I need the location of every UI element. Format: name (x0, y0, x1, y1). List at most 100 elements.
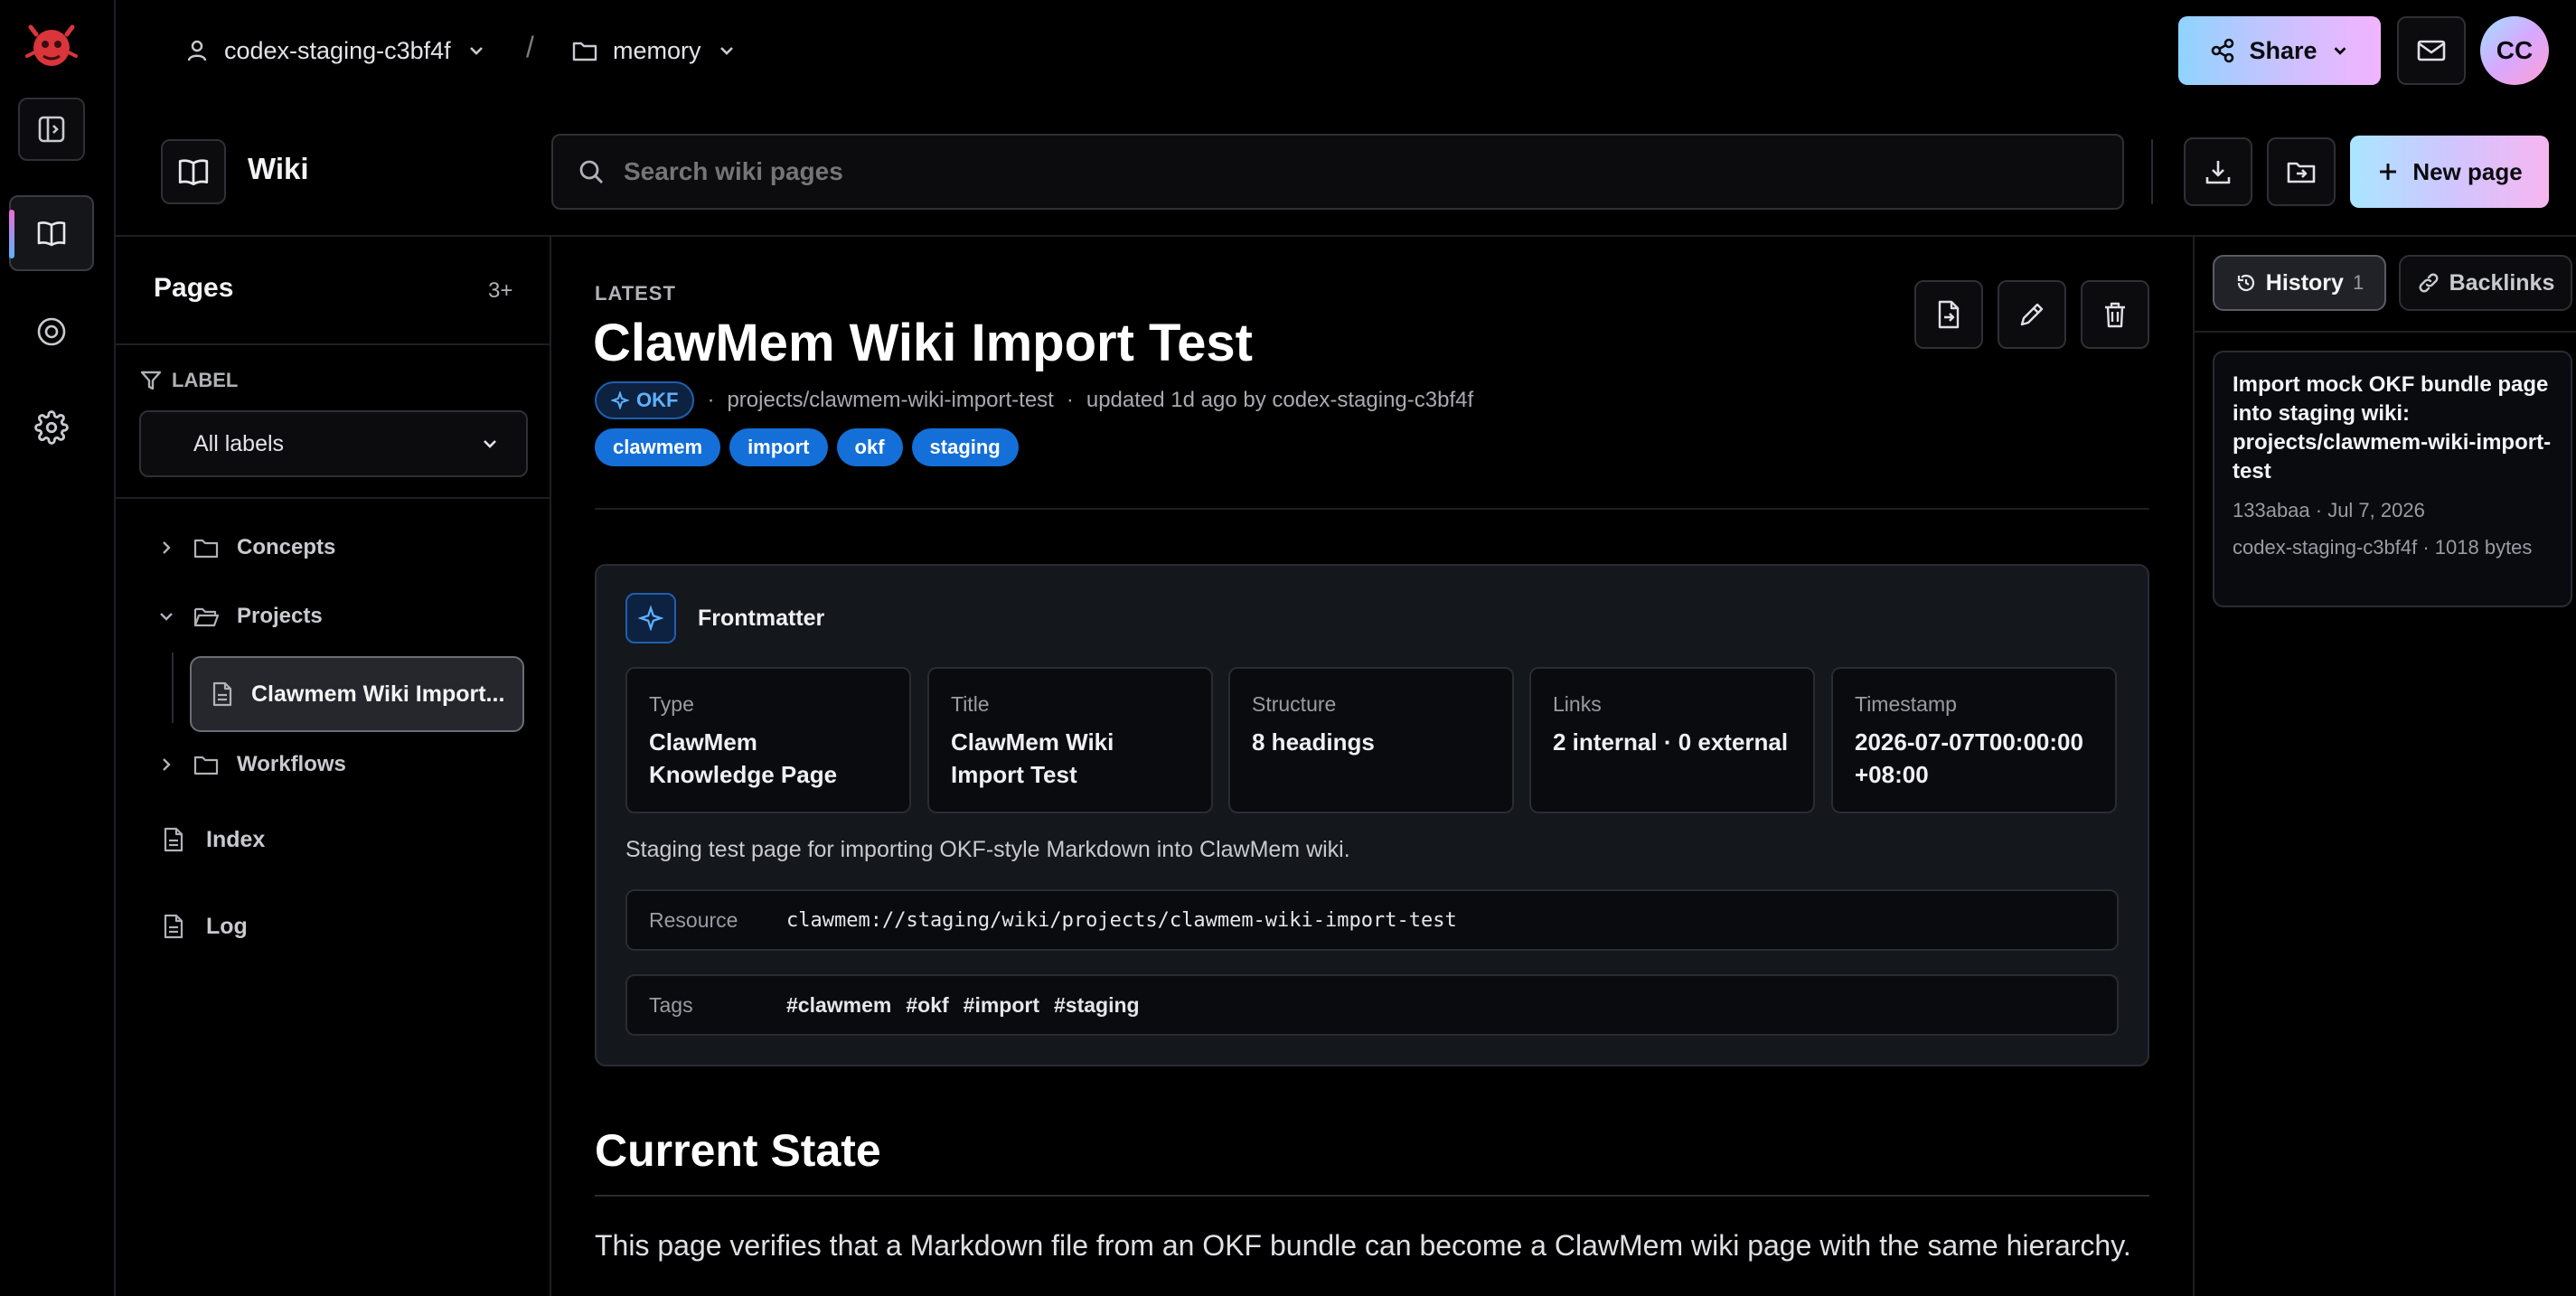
document-icon (212, 681, 233, 708)
chevron-down-icon[interactable] (157, 607, 175, 625)
right-panel-divider (2195, 331, 2576, 333)
frontmatter-description: Staging test page for importing OKF-styl… (625, 837, 1350, 862)
link-icon (2417, 271, 2440, 295)
resource-label: Resource (649, 907, 738, 932)
document-icon (163, 826, 184, 853)
tree-item-workflows[interactable]: Workflows (157, 752, 346, 777)
new-page-button[interactable]: New page (2350, 136, 2549, 208)
frontmatter-card-type: Type ClawMem Knowledge Page (625, 667, 911, 813)
label-chip[interactable]: staging (911, 428, 1019, 466)
frontmatter-card-title: Title ClawMem Wiki Import Test (927, 667, 1213, 813)
share-button[interactable]: Share (2178, 16, 2381, 85)
folder-open-icon (192, 604, 221, 629)
card-value: ClawMem Knowledge Page (649, 728, 838, 788)
history-count: 1 (2352, 271, 2364, 294)
pages-sidebar: Pages 3+ LABEL All labels Concepts Proje… (116, 237, 551, 1296)
tree-item-clawmem-wiki-import[interactable]: Clawmem Wiki Import... (190, 656, 524, 732)
card-value: 8 headings (1252, 728, 1375, 756)
label-select-value: All labels (193, 430, 285, 456)
mail-icon[interactable] (2397, 16, 2466, 85)
page-path: projects/clawmem-wiki-import-test (727, 388, 1054, 412)
workspace-switcher[interactable]: codex-staging-c3bf4f (184, 31, 487, 70)
tree-item-log[interactable]: Log (163, 913, 248, 940)
tab-history[interactable]: History 1 (2213, 255, 2386, 311)
breadcrumb-separator: / (526, 31, 534, 63)
label-filter-text: LABEL (172, 369, 239, 391)
tag[interactable]: #staging (1054, 993, 1140, 1018)
meta-dot: · (1066, 388, 1074, 412)
folder-icon (571, 38, 598, 63)
toggle-sidebar-icon[interactable] (18, 98, 85, 161)
page-meta-row: OKF · projects/clawmem-wiki-import-test … (595, 381, 1473, 419)
resource-value[interactable]: clawmem://staging/wiki/projects/clawmem-… (786, 909, 1457, 932)
settings-gear-icon[interactable] (34, 410, 69, 445)
edit-pencil-icon[interactable] (1998, 280, 2066, 349)
resource-row: Resource clawmem://staging/wiki/projects… (625, 889, 2119, 951)
folder-export-icon[interactable] (2267, 137, 2336, 206)
sidebar-divider (116, 497, 550, 499)
frontmatter-card-structure: Structure 8 headings (1228, 667, 1514, 813)
card-label: Links (1553, 692, 1602, 716)
frontmatter-card-timestamp: Timestamp 2026-07-07T00:00:00+08:00 (1831, 667, 2117, 813)
frontmatter-card-links: Links 2 internal · 0 external (1529, 667, 1815, 813)
history-entry[interactable]: Import mock OKF bundle page into staging… (2213, 351, 2572, 607)
rail-wiki-icon[interactable] (9, 195, 94, 271)
header-divider (2151, 139, 2153, 204)
folder-icon (192, 752, 221, 777)
commit-title: Import mock OKF bundle page into staging… (2233, 372, 2552, 484)
app-rail (0, 0, 116, 1296)
search-input[interactable] (624, 157, 2070, 186)
project-name: memory (613, 36, 701, 64)
body-paragraph: This page verifies that a Markdown file … (595, 1229, 2131, 1262)
tag[interactable]: #okf (906, 993, 948, 1018)
tree-item-concepts[interactable]: Concepts (157, 535, 335, 560)
chevron-down-icon (465, 40, 487, 61)
commit-author-size: codex-staging-c3bf4f · 1018 bytes (2233, 536, 2533, 559)
search-field[interactable] (551, 134, 2124, 210)
chevron-right-icon[interactable] (157, 756, 175, 774)
okf-badge-label: OKF (636, 389, 679, 411)
page-title: ClawMem Wiki Import Test (593, 314, 1253, 372)
section-divider (595, 1195, 2149, 1197)
plus-icon (2376, 160, 2400, 183)
tree-item-projects[interactable]: Projects (157, 604, 323, 629)
tab-backlinks[interactable]: Backlinks (2399, 255, 2572, 311)
tags-label: Tags (649, 992, 693, 1017)
rail-target-icon[interactable] (34, 315, 69, 349)
title-divider (595, 508, 2149, 510)
export-file-icon[interactable] (1914, 280, 1983, 349)
label-select[interactable]: All labels (139, 410, 528, 477)
commit-hash-date: 133abaa · Jul 7, 2026 (2233, 499, 2425, 521)
chevron-right-icon[interactable] (157, 539, 175, 557)
tree-item-label: Clawmem Wiki Import... (251, 681, 505, 707)
tab-history-label: History (2265, 269, 2344, 296)
tree-item-index[interactable]: Index (163, 826, 265, 853)
project-switcher[interactable]: memory (571, 31, 738, 70)
chevron-down-icon (716, 40, 738, 61)
label-chip[interactable]: clawmem (595, 428, 721, 466)
section-title: Wiki (248, 152, 309, 185)
avatar[interactable]: CC (2480, 16, 2549, 85)
tag[interactable]: #import (964, 993, 1039, 1018)
tree-item-label: Index (206, 826, 266, 852)
wiki-book-icon (161, 139, 226, 204)
frontmatter-heading: Frontmatter (698, 606, 825, 631)
download-icon[interactable] (2184, 137, 2252, 206)
tree-guide-line (172, 653, 174, 723)
tag[interactable]: #clawmem (786, 993, 891, 1018)
app-logo-icon[interactable] (25, 20, 78, 72)
tab-backlinks-label: Backlinks (2449, 269, 2555, 296)
search-icon (577, 157, 606, 186)
label-filter-heading: LABEL (139, 369, 238, 392)
frontmatter-icon-box (625, 593, 676, 643)
label-chip[interactable]: import (729, 428, 828, 466)
label-chip[interactable]: okf (836, 428, 903, 466)
tree-item-label: Log (206, 913, 248, 939)
card-label: Type (649, 692, 694, 716)
trash-icon[interactable] (2081, 280, 2149, 349)
history-icon (2235, 272, 2257, 294)
chevron-down-icon (2330, 41, 2350, 61)
page-updated: updated 1d ago by codex-staging-c3bf4f (1086, 388, 1474, 412)
chevron-down-icon (479, 433, 501, 455)
card-value: 2026-07-07T00:00:00+08:00 (1855, 728, 2083, 788)
